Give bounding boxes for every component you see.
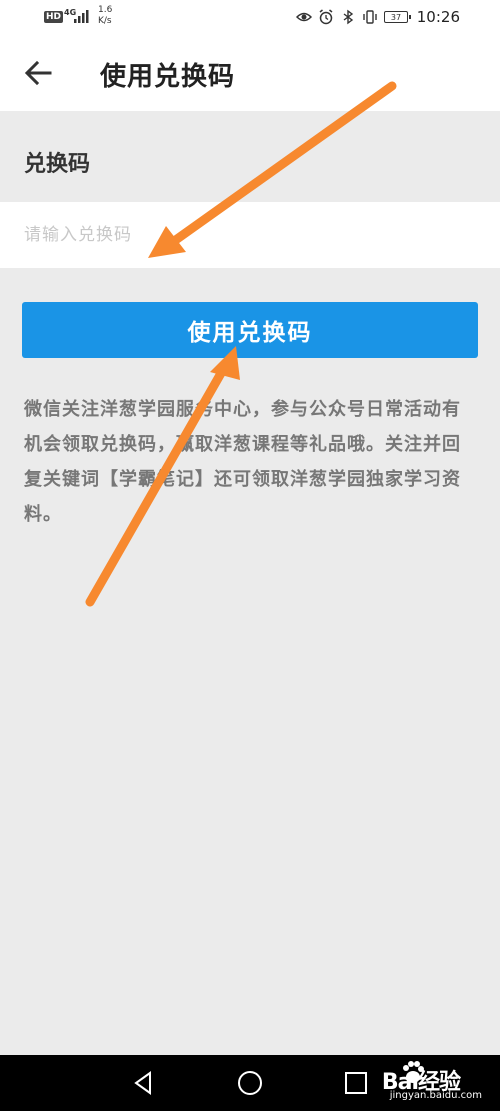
arrow-left-icon[interactable] — [22, 58, 54, 88]
bluetooth-icon — [343, 9, 354, 25]
status-bar: HD 4G 1.6 K/s 37 10:26 — [0, 0, 500, 34]
hd-badge: HD — [44, 11, 64, 23]
signal-icon — [74, 10, 89, 23]
status-icons: 37 — [296, 7, 411, 27]
description-text: 微信关注洋葱学园服务中心，参与公众号日常活动有机会领取兑换码，赢取洋葱课程等礼品… — [24, 399, 461, 525]
eye-icon — [296, 12, 312, 22]
triangle-back-icon[interactable] — [130, 1069, 158, 1097]
app-bar: 使用兑换码 — [0, 34, 500, 111]
battery-icon: 37 — [384, 11, 411, 23]
redeem-button[interactable]: 使用兑换码 — [22, 302, 478, 358]
page-title: 使用兑换码 — [100, 62, 236, 92]
vibrate-icon — [363, 10, 377, 24]
alarm-icon — [319, 9, 333, 25]
watermark-url: jingyan.baidu.com — [389, 1090, 482, 1101]
clock: 10:26 — [416, 8, 460, 26]
network-speed: 1.6 K/s — [98, 5, 113, 26]
redeem-code-label: 兑换码 — [24, 152, 91, 177]
circle-home-icon[interactable] — [236, 1069, 264, 1097]
baidu-jingyan-watermark: Bai经验 jingyan.baidu.com — [360, 1058, 490, 1106]
input-row — [0, 202, 500, 268]
redeem-code-input[interactable] — [0, 202, 500, 268]
